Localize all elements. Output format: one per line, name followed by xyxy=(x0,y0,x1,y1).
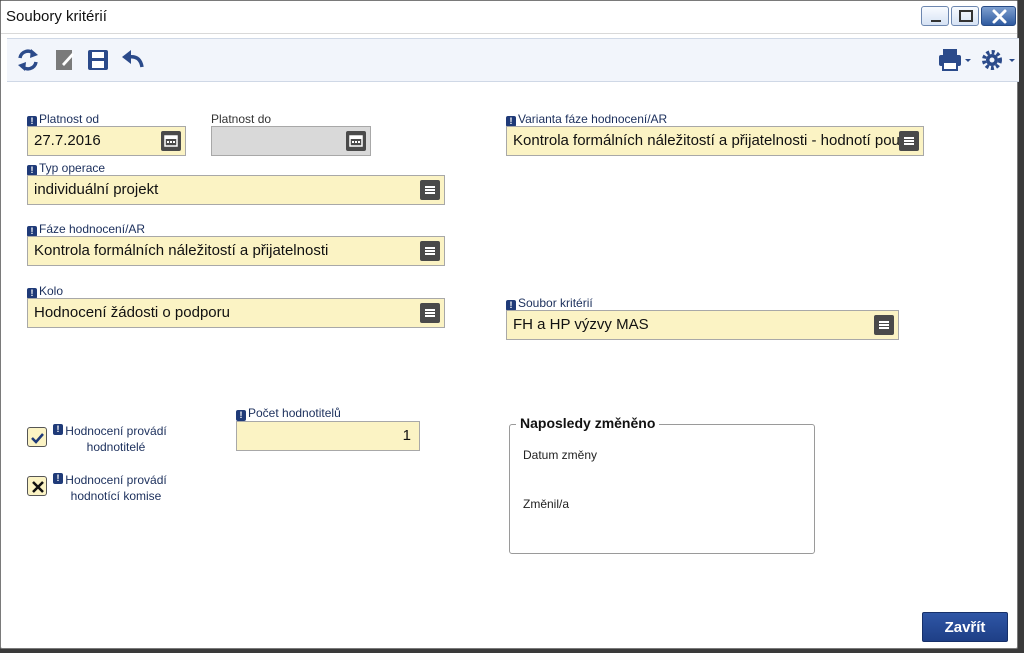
required-icon: ! xyxy=(236,410,246,421)
dialog-window: Soubory kritérií ! Platnost od 27.7.2016… xyxy=(0,0,1019,649)
komise-label: Hodnocení provádí hodnotící komise xyxy=(65,473,167,503)
zmenil-label: Změnil/a xyxy=(523,497,570,511)
undo-icon[interactable] xyxy=(120,47,146,73)
platnost-do-input xyxy=(211,126,371,156)
soubor-kriterii-label: ! Soubor kritérií xyxy=(506,296,593,311)
datum-zmeny-label: Datum změny xyxy=(523,448,598,462)
list-icon[interactable] xyxy=(420,241,440,261)
typ-operace-select[interactable]: individuální projekt xyxy=(27,175,445,205)
close-button[interactable]: Zavřít xyxy=(922,612,1008,642)
soubor-kriterii-select[interactable]: FH a HP výzvy MAS xyxy=(506,310,899,340)
print-icon[interactable] xyxy=(937,47,973,73)
platnost-od-input[interactable]: 27.7.2016 xyxy=(27,126,186,156)
hodnotitele-checkbox[interactable] xyxy=(27,427,47,447)
list-icon[interactable] xyxy=(420,303,440,323)
faze-label: ! Fáze hodnocení/AR xyxy=(27,222,145,237)
kolo-label: ! Kolo xyxy=(27,284,63,299)
toolbar xyxy=(7,38,1019,82)
faze-select[interactable]: Kontrola formálních náležitostí a přijat… xyxy=(27,236,445,266)
typ-operace-label: ! Typ operace xyxy=(27,161,105,176)
edit-icon[interactable] xyxy=(52,47,78,73)
kolo-select[interactable]: Hodnocení žádosti o podporu xyxy=(27,298,445,328)
calendar-icon xyxy=(346,131,366,151)
list-icon[interactable] xyxy=(420,180,440,200)
minimize-button[interactable] xyxy=(921,6,949,26)
pocet-label: ! Počet hodnotitelů xyxy=(236,406,341,421)
title-bar: Soubory kritérií xyxy=(1,1,1017,34)
maximize-button[interactable] xyxy=(951,6,979,26)
close-window-button[interactable] xyxy=(981,6,1016,26)
last-changed-panel: Naposledy změněno Datum změny Změnil/a xyxy=(509,415,815,554)
calendar-icon[interactable] xyxy=(161,131,181,151)
varianta-select[interactable]: Kontrola formálních náležitostí a přijat… xyxy=(506,126,924,156)
window-title: Soubory kritérií xyxy=(6,8,107,25)
required-icon: ! xyxy=(53,424,63,435)
varianta-label: ! Varianta fáze hodnocení/AR xyxy=(506,112,667,127)
last-changed-legend: Naposledy změněno xyxy=(516,415,660,431)
required-icon: ! xyxy=(53,473,63,484)
pocet-hodnotitelu-input[interactable]: 1 xyxy=(236,421,420,451)
hodnotitele-label: Hodnocení provádí hodnotitelé xyxy=(65,424,167,454)
save-icon[interactable] xyxy=(85,47,111,73)
platnost-do-label: Platnost do xyxy=(211,112,272,126)
list-icon[interactable] xyxy=(899,131,919,151)
refresh-icon[interactable] xyxy=(15,47,41,73)
list-icon[interactable] xyxy=(874,315,894,335)
komise-checkbox[interactable] xyxy=(27,476,47,496)
settings-gear-icon[interactable] xyxy=(979,47,1017,73)
platnost-od-label: ! Platnost od xyxy=(27,112,99,127)
